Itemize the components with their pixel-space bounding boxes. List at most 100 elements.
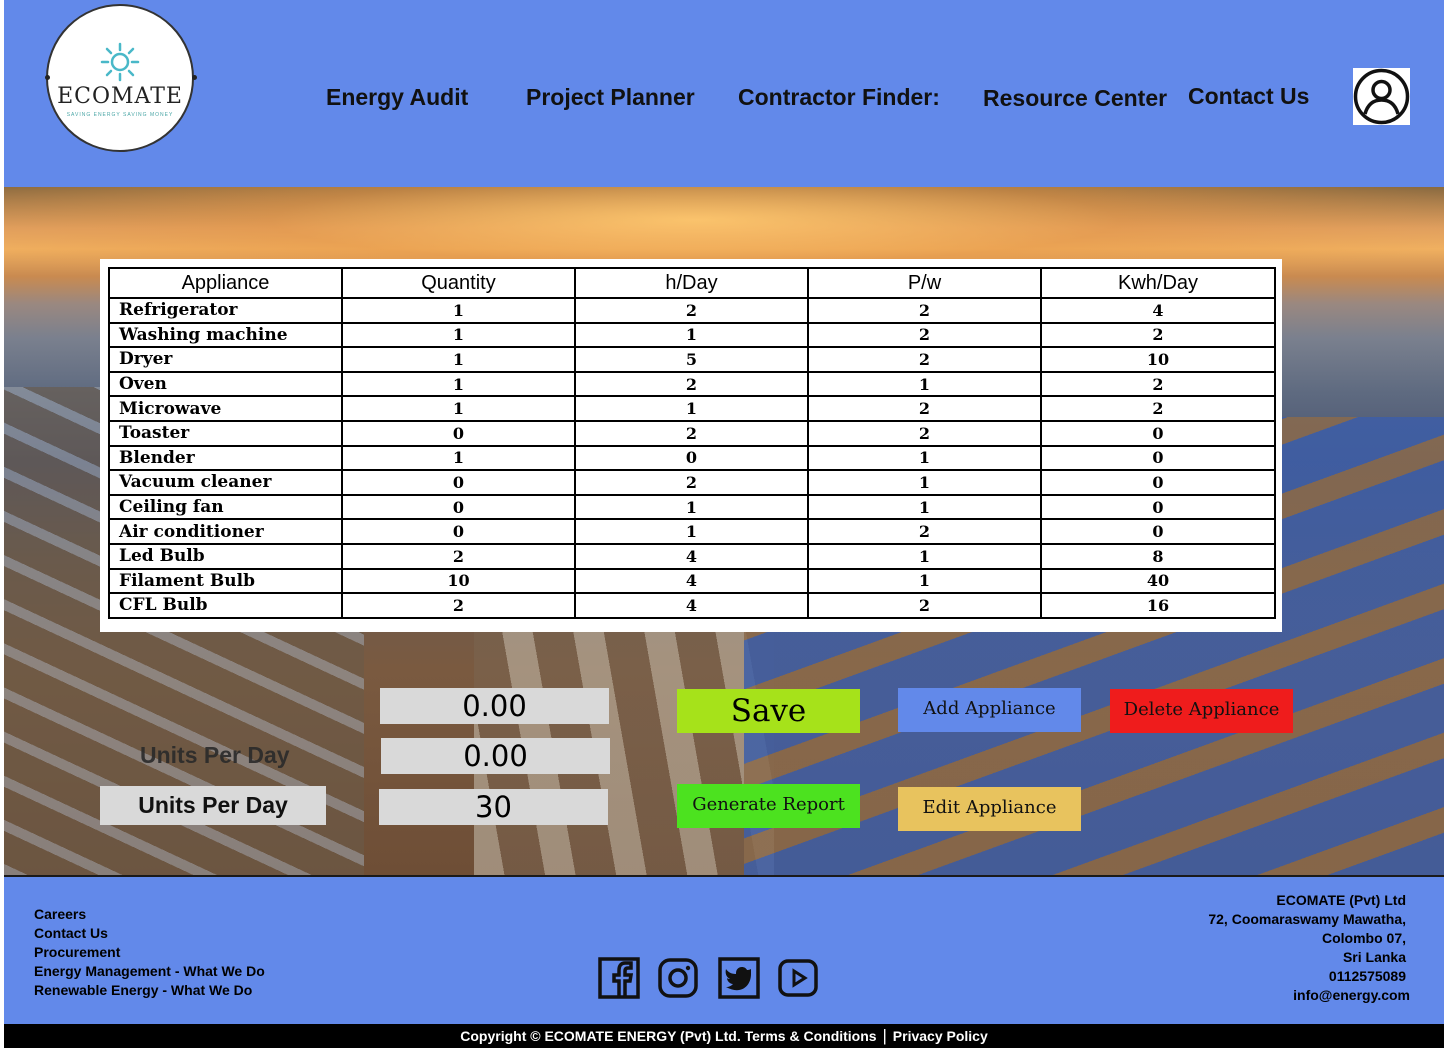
copyright-bar: Copyright © ECOMATE ENERGY (Pvt) Ltd. Te… — [4, 1024, 1444, 1048]
nav-resource-center[interactable]: Resource Center — [983, 85, 1167, 112]
col-header-power: P/w — [807, 267, 1042, 299]
address-city: Colombo 07, — [1321, 930, 1406, 946]
facebook-icon[interactable] — [598, 957, 640, 999]
cell-quantity: 1 — [341, 444, 576, 472]
cell-hours: 2 — [574, 370, 809, 398]
cell-power: 1 — [807, 493, 1042, 521]
table-row[interactable]: Ceiling fan 0 1 1 0 — [108, 493, 1276, 521]
cell-power: 1 — [807, 469, 1042, 496]
contact-email[interactable]: info@energy.com — [1293, 987, 1410, 1003]
cell-hours: 1 — [574, 321, 809, 349]
units-per-day-ghost-label: Units Per Day — [140, 742, 290, 768]
cell-appliance: Microwave — [108, 395, 343, 422]
cell-kwh: 2 — [1040, 370, 1276, 398]
cell-appliance: Dryer — [108, 346, 343, 373]
company-name: ECOMATE (Pvt) Ltd — [1276, 892, 1406, 908]
address-street: 72, Coomaraswamy Mawatha, — [1208, 911, 1406, 927]
site-footer — [4, 875, 1444, 1024]
cell-kwh: 16 — [1040, 592, 1276, 619]
cell-hours: 2 — [574, 297, 809, 324]
footer-link-procurement[interactable]: Procurement — [34, 944, 120, 960]
delete-appliance-button[interactable]: Delete Appliance — [1110, 689, 1293, 733]
table-row[interactable]: Refrigerator 1 2 2 4 — [108, 297, 1276, 324]
cell-appliance: Vacuum cleaner — [108, 469, 343, 496]
table-row[interactable]: Dryer 1 5 2 10 — [108, 346, 1276, 373]
table-row[interactable]: Vacuum cleaner 0 2 1 0 — [108, 469, 1276, 496]
cell-hours: 1 — [574, 518, 809, 545]
table-row[interactable]: Microwave 1 1 2 2 — [108, 395, 1276, 422]
cell-quantity: 1 — [341, 346, 576, 373]
cell-power: 2 — [807, 321, 1042, 349]
address-country: Sri Lanka — [1342, 949, 1406, 965]
cell-appliance: Blender — [108, 444, 343, 472]
logo-dot-left — [45, 75, 50, 80]
value-field-1[interactable]: 0.00 — [380, 688, 609, 724]
cell-kwh: 8 — [1040, 542, 1276, 570]
cell-kwh: 10 — [1040, 346, 1276, 373]
ecomate-logo[interactable]: ECOMATE SAVING ENERGY SAVING MONEY — [46, 4, 194, 152]
cell-appliance: Refrigerator — [108, 297, 343, 324]
cell-quantity: 10 — [341, 567, 576, 595]
cell-hours: 0 — [574, 444, 809, 472]
footer-link-careers[interactable]: Careers — [34, 906, 86, 922]
cell-power: 1 — [807, 567, 1042, 595]
cell-hours: 4 — [574, 542, 809, 570]
table-row[interactable]: Led Bulb 2 4 1 8 — [108, 542, 1276, 570]
table-row[interactable]: Air conditioner 0 1 2 0 — [108, 518, 1276, 545]
edit-appliance-button[interactable]: Edit Appliance — [898, 787, 1081, 831]
privacy-policy-link[interactable]: Privacy Policy — [893, 1028, 988, 1044]
table-row[interactable]: Toaster 0 2 2 0 — [108, 419, 1276, 447]
table-row[interactable]: CFL Bulb 2 4 2 16 — [108, 592, 1276, 619]
col-header-kwh-per-day: Kwh/Day — [1040, 267, 1276, 299]
col-header-appliance: Appliance — [108, 267, 343, 299]
footer-link-energy-management[interactable]: Energy Management - What We Do — [34, 963, 265, 979]
value-field-2[interactable]: 0.00 — [381, 738, 610, 774]
appliance-table: Appliance Quantity h/Day P/w Kwh/Day Ref… — [108, 267, 1276, 619]
cell-kwh: 40 — [1040, 567, 1276, 595]
save-button[interactable]: Save — [677, 689, 860, 733]
cell-appliance: Filament Bulb — [108, 567, 343, 595]
nav-contractor-finder[interactable]: Contractor Finder: — [738, 84, 940, 111]
youtube-icon[interactable] — [777, 957, 819, 999]
logo-tagline: SAVING ENERGY SAVING MONEY — [66, 112, 174, 118]
footer-link-contact-us[interactable]: Contact Us — [34, 925, 108, 941]
units-per-day-field[interactable]: 30 — [379, 789, 608, 825]
table-row[interactable]: Filament Bulb 10 4 1 40 — [108, 567, 1276, 595]
cell-kwh: 2 — [1040, 321, 1276, 349]
cell-appliance: Oven — [108, 370, 343, 398]
cell-quantity: 1 — [341, 297, 576, 324]
cell-quantity: 1 — [341, 395, 576, 422]
generate-report-button[interactable]: Generate Report — [677, 784, 860, 828]
cell-quantity: 0 — [341, 518, 576, 545]
nav-energy-audit[interactable]: Energy Audit — [326, 84, 468, 111]
cell-power: 2 — [807, 419, 1042, 447]
table-row[interactable]: Oven 1 2 1 2 — [108, 370, 1276, 398]
cell-power: 2 — [807, 518, 1042, 545]
cell-power: 1 — [807, 444, 1042, 472]
copyright-text[interactable]: Copyright © ECOMATE ENERGY (Pvt) Ltd. Te… — [460, 1028, 876, 1044]
table-header-row: Appliance Quantity h/Day P/w Kwh/Day — [108, 267, 1276, 299]
twitter-icon[interactable] — [718, 957, 760, 999]
sun-icon — [100, 42, 140, 82]
table-row[interactable]: Washing machine 1 1 2 2 — [108, 321, 1276, 349]
cell-power: 2 — [807, 346, 1042, 373]
col-header-quantity: Quantity — [341, 267, 576, 299]
cell-hours: 4 — [574, 592, 809, 619]
footer-link-renewable-energy[interactable]: Renewable Energy - What We Do — [34, 982, 252, 998]
table-row[interactable]: Blender 1 0 1 0 — [108, 444, 1276, 472]
cell-kwh: 0 — [1040, 493, 1276, 521]
col-header-hours-per-day: h/Day — [574, 267, 809, 299]
cell-kwh: 0 — [1040, 469, 1276, 496]
user-profile-button[interactable] — [1353, 68, 1410, 125]
units-per-day-label: Units Per Day — [100, 786, 326, 825]
cell-hours: 1 — [574, 395, 809, 422]
nav-project-planner[interactable]: Project Planner — [526, 84, 695, 111]
logo-brand-name: ECOMATE — [57, 84, 183, 109]
cell-appliance: CFL Bulb — [108, 592, 343, 619]
nav-contact-us[interactable]: Contact Us — [1188, 83, 1309, 110]
cell-hours: 5 — [574, 346, 809, 373]
add-appliance-button[interactable]: Add Appliance — [898, 688, 1081, 732]
cell-appliance: Washing machine — [108, 321, 343, 349]
instagram-icon[interactable] — [657, 957, 699, 999]
cell-hours: 2 — [574, 469, 809, 496]
